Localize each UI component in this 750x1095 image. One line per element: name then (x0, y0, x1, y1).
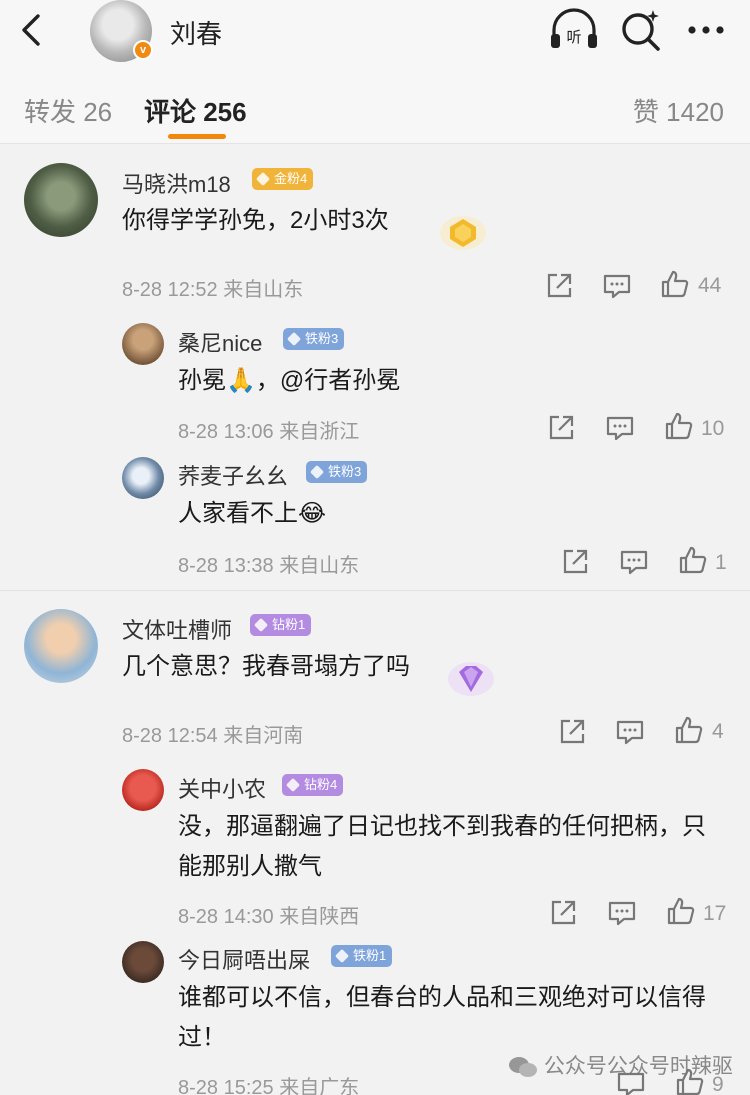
fan-badge: 金粉4 (252, 168, 314, 190)
wechat-icon (509, 1057, 537, 1078)
comment-meta: 8-28 13:06 来自浙江 (178, 421, 360, 443)
comment-thread: 文体吐槽师 钻粉1 几个意思？我春哥塌方了吗 8-28 12:54 来自河南 4… (0, 591, 750, 1095)
comment-thread: 马晓洪m18 金粉4 你得学学孙免，2小时3次 8-28 12:52 来自山东 … (0, 145, 750, 590)
comment-text: 人家看不上😂 (178, 500, 327, 527)
watermark-text: 公众号公众号时辣驱 (543, 1055, 733, 1078)
like-icon[interactable] (674, 715, 704, 745)
listen-icon[interactable]: 听 (548, 8, 600, 52)
watermark: 公众号公众号时辣驱 (508, 1050, 733, 1080)
avatar[interactable] (24, 163, 98, 237)
top-bar: v 刘春 听 (0, 0, 750, 68)
avatar[interactable] (122, 941, 164, 983)
like-icon[interactable] (678, 545, 708, 575)
share-icon[interactable] (560, 547, 590, 577)
comment-meta: 8-28 15:25 来自广东 (178, 1077, 360, 1095)
comment-meta: 8-28 12:52 来自山东 (122, 279, 304, 301)
share-icon[interactable] (546, 413, 576, 443)
tab-likes[interactable]: 赞 1420 (633, 92, 724, 129)
back-arrow-icon[interactable] (14, 12, 50, 48)
like-icon[interactable] (664, 411, 694, 441)
like-count: 17 (703, 902, 727, 925)
tab-comments[interactable]: 评论 256 (144, 92, 247, 129)
share-icon[interactable] (544, 271, 574, 301)
comment-icon[interactable] (607, 898, 637, 928)
comment-text: 没，那逼翻遍了日记也找不到我春的任何把柄，只能那别人撒气 (178, 813, 706, 880)
fan-badge: 铁粉1 (331, 945, 393, 967)
comment-meta: 8-28 14:30 来自陕西 (178, 906, 360, 928)
comment-icon[interactable] (605, 413, 635, 443)
active-tab-indicator (168, 134, 226, 139)
username[interactable]: 马晓洪m18 (122, 167, 231, 199)
like-count: 4 (712, 720, 724, 743)
share-icon[interactable] (557, 717, 587, 747)
username[interactable]: 关中小农 (178, 772, 266, 804)
comment-text: 你得学学孙免，2小时3次 (122, 207, 389, 234)
diamond-gem-icon (448, 662, 494, 696)
share-icon[interactable] (548, 898, 578, 928)
tab-bar: 转发 26 评论 256 赞 1420 (0, 68, 750, 144)
username[interactable]: 荞麦子幺幺 (178, 459, 288, 491)
gold-gem-icon (440, 216, 486, 250)
search-icon[interactable] (618, 8, 664, 52)
like-count: 1 (715, 551, 727, 574)
like-count: 10 (701, 417, 725, 440)
avatar[interactable] (122, 323, 164, 365)
fan-badge: 钻粉4 (282, 774, 344, 796)
comment-text: 几个意思？我春哥塌方了吗 (122, 653, 410, 680)
comment-text: 孙冕🙏，@行者孙冕 (178, 367, 401, 394)
more-icon[interactable] (684, 8, 728, 52)
username[interactable]: 文体吐槽师 (122, 613, 232, 645)
like-count: 44 (698, 274, 722, 297)
tab-reposts[interactable]: 转发 26 (24, 92, 112, 129)
avatar[interactable] (122, 457, 164, 499)
username[interactable]: 桑尼nice (178, 326, 262, 358)
fan-badge: 铁粉3 (283, 328, 345, 350)
avatar[interactable] (24, 609, 98, 683)
svg-text:听: 听 (566, 28, 581, 46)
fan-badge: 铁粉3 (306, 461, 368, 483)
username[interactable]: 今日屙唔出屎 (178, 943, 310, 975)
comment-meta: 8-28 13:38 来自山东 (178, 555, 360, 577)
fan-badge: 钻粉1 (250, 614, 312, 636)
like-icon[interactable] (666, 896, 696, 926)
verified-badge: v (133, 40, 153, 60)
comment-text: 谁都可以不信，但春台的人品和三观绝对可以信得过！ (178, 984, 706, 1051)
like-icon[interactable] (660, 269, 690, 299)
page-title[interactable]: 刘春 (170, 14, 222, 51)
comment-icon[interactable] (619, 547, 649, 577)
avatar[interactable] (122, 769, 164, 811)
comment-meta: 8-28 12:54 来自河南 (122, 725, 304, 747)
comment-icon[interactable] (602, 271, 632, 301)
comment-icon[interactable] (615, 717, 645, 747)
